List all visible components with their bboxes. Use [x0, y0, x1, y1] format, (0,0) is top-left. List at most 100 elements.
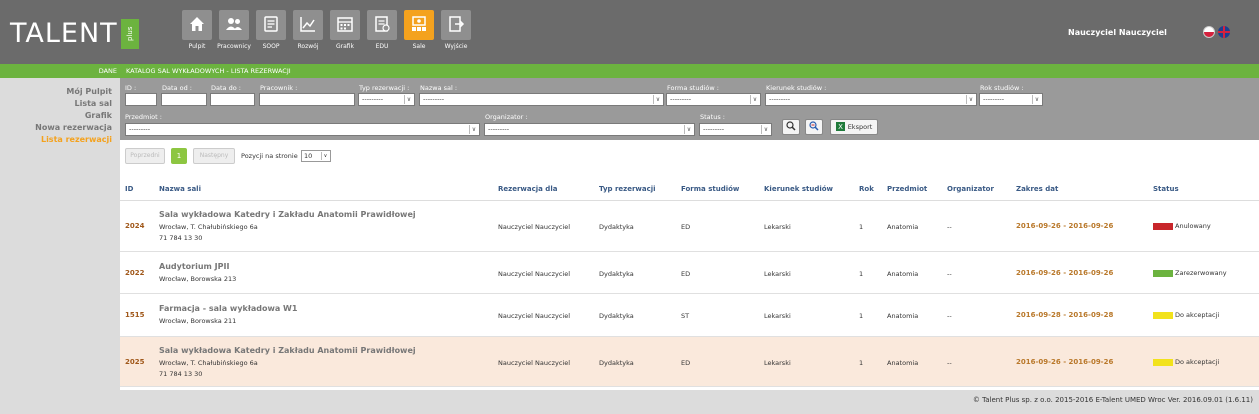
organizer: -- — [947, 223, 952, 231]
employee-label: Pracownik : — [260, 84, 298, 92]
table-row[interactable]: 2022 Audytorium JPII Wrocław, Borowska 2… — [120, 252, 1259, 294]
nav-sale[interactable]: Sale — [402, 10, 436, 50]
date-to-input[interactable] — [210, 93, 255, 106]
chevron-down-icon: ∨ — [761, 125, 770, 134]
room-name[interactable]: Sala wykładowa Katedry i Zakładu Anatomi… — [159, 346, 416, 355]
col-name[interactable]: Nazwa sali — [159, 185, 201, 193]
chevron-down-icon: ∨ — [404, 95, 413, 104]
talent-logo[interactable]: TALENT plus — [10, 18, 139, 49]
subject: Anatomia — [887, 270, 919, 278]
nav-soop[interactable]: SOOP — [254, 10, 288, 50]
col-subject[interactable]: Przedmiot — [887, 185, 927, 193]
date-range: 2016-09-26 - 2016-09-26 — [1016, 269, 1114, 277]
study-form: ED — [681, 223, 691, 231]
table-row[interactable]: 2025 Sala wykładowa Katedry i Zakładu An… — [120, 337, 1259, 387]
search-button[interactable] — [782, 119, 800, 135]
nav-edu[interactable]: EDU — [365, 10, 399, 50]
col-for[interactable]: Rezerwacja dla — [498, 185, 557, 193]
nav-wyjscie[interactable]: Wyjście — [439, 10, 473, 50]
employee-input[interactable] — [259, 93, 355, 106]
chevron-down-icon: ∨ — [684, 125, 693, 134]
field-of-study: Lekarski — [764, 359, 791, 367]
room-name[interactable]: Sala wykładowa Katedry i Zakładu Anatomi… — [159, 210, 416, 219]
study-form-select[interactable]: --------- ∨ — [666, 93, 761, 106]
export-button[interactable]: X Eksport — [830, 119, 878, 135]
table-row[interactable]: 1515 Farmacja - sala wykładowa W1 Wrocła… — [120, 294, 1259, 337]
next-page-button[interactable]: Następny — [193, 148, 235, 164]
english-flag-icon[interactable] — [1218, 26, 1230, 38]
room-name-select[interactable]: --------- ∨ — [419, 93, 664, 106]
document-icon — [373, 15, 391, 35]
sidebar-item-lista-rezerwacji[interactable]: Lista rezerwacji — [0, 134, 120, 146]
sidebar-item-nowa-rezerwacja[interactable]: Nowa rezerwacja — [0, 122, 120, 134]
search-icon — [786, 121, 796, 133]
nav-pulpit[interactable]: Pulpit — [180, 10, 214, 50]
col-organizer[interactable]: Organizator — [947, 185, 994, 193]
row-id[interactable]: 2025 — [125, 358, 144, 366]
field-of-study: Lekarski — [764, 223, 791, 231]
clear-search-button[interactable] — [805, 119, 823, 135]
reservation-type-select[interactable]: --------- ∨ — [358, 93, 415, 106]
chevron-down-icon: ∨ — [750, 95, 759, 104]
room-phone: 71 784 13 30 — [159, 370, 203, 378]
nav-pracownicy[interactable]: Pracownicy — [217, 10, 251, 50]
study-form: ST — [681, 312, 690, 320]
table-row[interactable]: 2024 Sala wykładowa Katedry i Zakładu An… — [120, 201, 1259, 252]
reservations-table: ID Nazwa sali Rezerwacja dla Typ rezerwa… — [120, 175, 1259, 387]
row-id[interactable]: 1515 — [125, 311, 144, 319]
table-header: ID Nazwa sali Rezerwacja dla Typ rezerwa… — [120, 175, 1259, 201]
select-value: --------- — [129, 125, 151, 133]
reserved-for: Nauczyciel Nauczyciel — [498, 270, 571, 278]
prev-page-button[interactable]: Poprzedni — [125, 148, 165, 164]
status-select[interactable]: --------- ∨ — [699, 123, 772, 136]
nav-label: Pulpit — [188, 43, 206, 50]
select-value: 10 — [304, 152, 313, 160]
reserved-for: Nauczyciel Nauczyciel — [498, 223, 571, 231]
nav-label: Grafik — [335, 43, 355, 50]
current-page[interactable]: 1 — [171, 148, 187, 164]
col-form[interactable]: Forma studiów — [681, 185, 739, 193]
polish-flag-icon[interactable] — [1203, 26, 1215, 38]
date-range: 2016-09-26 - 2016-09-26 — [1016, 222, 1114, 230]
row-id[interactable]: 2024 — [125, 222, 144, 230]
sidebar-item-grafik[interactable]: Grafik — [0, 110, 120, 122]
nav-label: Rozwój — [297, 43, 319, 50]
form-icon — [262, 15, 280, 35]
col-status[interactable]: Status — [1153, 185, 1179, 193]
footer: © Talent Plus sp. z o.o. 2015-2016 E-Tal… — [120, 390, 1259, 414]
select-value: --------- — [423, 95, 445, 103]
user-name[interactable]: Nauczyciel Nauczyciel — [1068, 28, 1167, 37]
row-id[interactable]: 2022 — [125, 269, 144, 277]
header: TALENT plus Pulpit Pracownicy SOOP Rozwó… — [0, 0, 1259, 64]
year-select[interactable]: --------- ∨ — [979, 93, 1043, 106]
select-value: --------- — [362, 95, 384, 103]
col-id[interactable]: ID — [125, 185, 133, 193]
status-text: Do akceptacji — [1175, 311, 1220, 319]
subject-select[interactable]: --------- ∨ — [125, 123, 480, 136]
nav-rozwoj[interactable]: Rozwój — [291, 10, 325, 50]
organizer: -- — [947, 312, 952, 320]
study-form-label: Forma studiów : — [667, 84, 719, 92]
calendar-icon — [336, 15, 354, 35]
reserved-for: Nauczyciel Nauczyciel — [498, 312, 571, 320]
col-type[interactable]: Typ rezerwacji — [599, 185, 656, 193]
room-name[interactable]: Audytorium JPII — [159, 262, 229, 271]
col-field[interactable]: Kierunek studiów — [764, 185, 833, 193]
col-dates[interactable]: Zakres dat — [1016, 185, 1058, 193]
col-year[interactable]: Rok — [859, 185, 874, 193]
id-input[interactable] — [125, 93, 157, 106]
room-address: Wrocław, Borowska 213 — [159, 275, 237, 283]
organizer-select[interactable]: --------- ∨ — [484, 123, 695, 136]
sidebar-item-lista-sal[interactable]: Lista sal — [0, 98, 120, 110]
nav-grafik[interactable]: Grafik — [328, 10, 362, 50]
room-name[interactable]: Farmacja - sala wykładowa W1 — [159, 304, 297, 313]
per-page-select[interactable]: 10 ∨ — [301, 150, 331, 162]
language-switch — [1203, 26, 1230, 38]
date-from-input[interactable] — [161, 93, 207, 106]
nav-label: SOOP — [262, 43, 280, 50]
status-color-bar — [1153, 311, 1173, 319]
year: 1 — [859, 359, 864, 367]
field-select[interactable]: --------- ∨ — [765, 93, 977, 106]
main-nav: Pulpit Pracownicy SOOP Rozwój Grafik EDU… — [180, 10, 476, 50]
sidebar-item-moj-pulpit[interactable]: Mój Pulpit — [0, 86, 120, 98]
